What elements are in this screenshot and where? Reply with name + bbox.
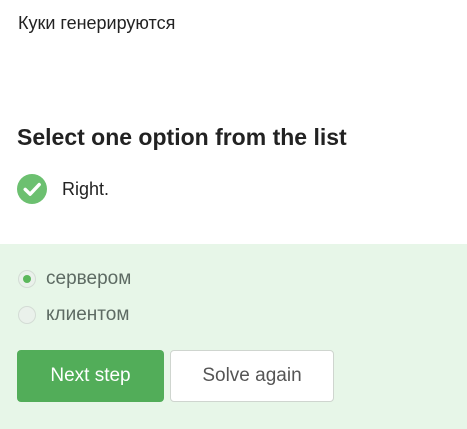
option-client[interactable]: клиентом xyxy=(18,304,129,326)
answer-panel: сервером клиентом Next step Solve again xyxy=(0,244,467,429)
option-server[interactable]: сервером xyxy=(18,268,131,290)
result-row: Right. xyxy=(17,174,109,204)
option-label: клиентом xyxy=(46,304,130,325)
radio-button[interactable] xyxy=(18,306,36,324)
option-label: сервером xyxy=(46,268,132,289)
check-circle-icon xyxy=(17,174,47,204)
step-page: Куки генерируются Select one option from… xyxy=(0,0,467,429)
next-step-button[interactable]: Next step xyxy=(17,350,164,402)
task-heading: Select one option from the list xyxy=(17,124,347,150)
radio-button-checked[interactable] xyxy=(18,270,36,288)
solve-again-button[interactable]: Solve again xyxy=(170,350,334,402)
question-text: Куки генерируются xyxy=(18,13,176,33)
result-text: Right. xyxy=(62,179,110,199)
